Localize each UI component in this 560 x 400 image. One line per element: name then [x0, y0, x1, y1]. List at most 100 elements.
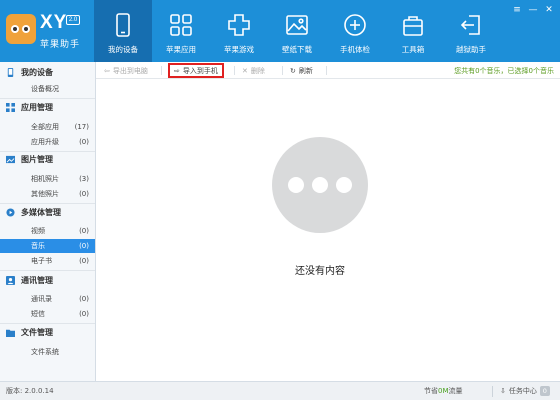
sidebar-item-label: 短信 [31, 310, 45, 318]
sidebar: 我的设备 设备概况 应用管理 全部应用 (17) 应用升级 (0) 图片管理 相… [0, 62, 96, 381]
nav-phone-checkup[interactable]: 手机体检 [326, 0, 384, 62]
version-label: 版本: 2.0.0.14 [6, 387, 54, 395]
sidebar-item-count: (17) [74, 123, 89, 131]
sidebar-item-sms[interactable]: 短信 (0) [0, 307, 95, 321]
sidebar-item-count: (3) [79, 175, 89, 183]
divider [492, 386, 493, 397]
sidebar-item-count: (0) [79, 190, 89, 198]
section-file-management[interactable]: 文件管理 [0, 324, 95, 341]
sidebar-item-count: (0) [79, 242, 89, 250]
nav-toolbox[interactable]: 工具箱 [384, 0, 442, 62]
sidebar-item-count: (0) [79, 257, 89, 265]
delete-x-icon: ✕ [242, 66, 248, 75]
download-icon: ⇩ [500, 387, 506, 395]
import-to-phone-button[interactable]: ⇨ 导入到手机 [168, 63, 224, 78]
traffic-saved: 节省0M流量 [424, 386, 463, 396]
divider [282, 66, 283, 75]
import-icon: ⇨ [174, 66, 180, 75]
contacts-small-icon [6, 276, 15, 285]
traffic-suffix: 流量 [448, 387, 463, 395]
sidebar-item-contacts[interactable]: 通讯录 (0) [0, 292, 95, 306]
task-center-label: 任务中心 [508, 387, 537, 395]
sidebar-item-label: 音乐 [31, 242, 45, 250]
sidebar-item-file-system[interactable]: 文件系统 [0, 345, 95, 359]
sidebar-item-music[interactable]: 音乐 (0) [0, 239, 95, 253]
main-nav: 我的设备 苹果应用 苹果游戏 壁纸下载 手机体检 工具箱 越狱助手 [94, 0, 500, 62]
button-label: 导出到电脑 [112, 66, 148, 75]
section-communication[interactable]: 通讯管理 [0, 272, 95, 289]
nav-label: 工具箱 [401, 45, 425, 54]
sidebar-item-all-apps[interactable]: 全部应用 (17) [0, 120, 95, 134]
section-multimedia[interactable]: 多媒体管理 [0, 204, 95, 221]
nav-label: 苹果应用 [166, 45, 196, 54]
nav-jailbreak-helper[interactable]: 越狱助手 [442, 0, 500, 62]
button-label: 导入到手机 [182, 66, 218, 75]
task-count-badge: 0 [539, 386, 550, 396]
section-title: 图片管理 [21, 155, 53, 164]
phone-icon [116, 13, 130, 37]
section-photo-management[interactable]: 图片管理 [0, 151, 95, 168]
section-title: 通讯管理 [21, 276, 53, 285]
close-icon[interactable]: ✕ [542, 4, 556, 16]
divider [161, 66, 162, 75]
sidebar-item-label: 应用升级 [31, 138, 59, 146]
sidebar-item-other-photos[interactable]: 其他照片 (0) [0, 187, 95, 201]
multimedia-small-icon [6, 208, 15, 217]
sidebar-item-device-overview[interactable]: 设备概况 [0, 82, 95, 96]
empty-state-text: 还没有内容 [295, 266, 345, 277]
divider [326, 66, 327, 75]
health-check-icon [344, 14, 366, 36]
button-label: 删除 [250, 66, 265, 75]
section-title: 应用管理 [21, 103, 53, 112]
menu-icon[interactable]: ≡ [510, 4, 524, 16]
sidebar-item-app-upgrade[interactable]: 应用升级 (0) [0, 135, 95, 149]
toolbar: ⇦ 导出到电脑 ⇨ 导入到手机 ✕ 删除 ↻ 刷新 您共有0个音乐，已选择0个音… [96, 62, 560, 79]
exit-arrow-icon [460, 15, 480, 35]
sidebar-item-video[interactable]: 视频 (0) [0, 224, 95, 238]
nav-apple-games[interactable]: 苹果游戏 [210, 0, 268, 62]
section-title: 我的设备 [21, 68, 53, 77]
header-bar: XY 2.0 苹果助手 我的设备 苹果应用 苹果游戏 壁纸下载 手机体检 工具箱 [0, 0, 560, 62]
empty-state-icon [272, 137, 368, 233]
sidebar-item-count: (0) [79, 227, 89, 235]
sidebar-item-count: (0) [79, 295, 89, 303]
sidebar-item-camera-photos[interactable]: 相机照片 (3) [0, 172, 95, 186]
nav-label: 手机体检 [340, 45, 370, 54]
sidebar-item-label: 文件系统 [31, 348, 59, 356]
nav-label: 我的设备 [108, 45, 138, 54]
toolbox-icon [403, 16, 423, 36]
app-logo-icon [6, 14, 36, 44]
sidebar-item-ebook[interactable]: 电子书 (0) [0, 254, 95, 268]
apps-grid-icon [170, 14, 192, 36]
section-title: 多媒体管理 [21, 208, 61, 217]
task-center-button[interactable]: ⇩ 任务中心 0 [500, 386, 550, 396]
section-app-management[interactable]: 应用管理 [0, 99, 95, 116]
sidebar-item-label: 通讯录 [31, 295, 52, 303]
divider [234, 66, 235, 75]
sidebar-item-label: 全部应用 [31, 123, 59, 131]
sidebar-item-label: 设备概况 [31, 85, 59, 93]
traffic-value: 0M [438, 387, 449, 395]
section-title: 文件管理 [21, 328, 53, 337]
nav-my-device[interactable]: 我的设备 [94, 0, 152, 62]
logo-text: XY [40, 12, 68, 33]
traffic-prefix: 节省 [424, 387, 438, 395]
phone-small-icon [7, 68, 14, 77]
gamepad-cross-icon [228, 14, 250, 36]
export-to-pc-button[interactable]: ⇦ 导出到电脑 [104, 64, 148, 77]
picture-icon [286, 15, 308, 35]
version-badge: 2.0 [66, 15, 80, 25]
refresh-icon: ↻ [290, 66, 296, 75]
window-controls: ≡ — ✕ [510, 4, 556, 16]
nav-apple-apps[interactable]: 苹果应用 [152, 0, 210, 62]
refresh-button[interactable]: ↻ 刷新 [290, 64, 313, 77]
export-icon: ⇦ [104, 66, 110, 75]
section-my-device[interactable]: 我的设备 [0, 64, 95, 81]
delete-button[interactable]: ✕ 删除 [242, 64, 265, 77]
folder-small-icon [6, 329, 15, 337]
sidebar-item-label: 电子书 [31, 257, 52, 265]
nav-label: 越狱助手 [456, 45, 486, 54]
nav-wallpaper-download[interactable]: 壁纸下载 [268, 0, 326, 62]
nav-label: 壁纸下载 [282, 45, 312, 54]
minimize-icon[interactable]: — [526, 4, 540, 16]
